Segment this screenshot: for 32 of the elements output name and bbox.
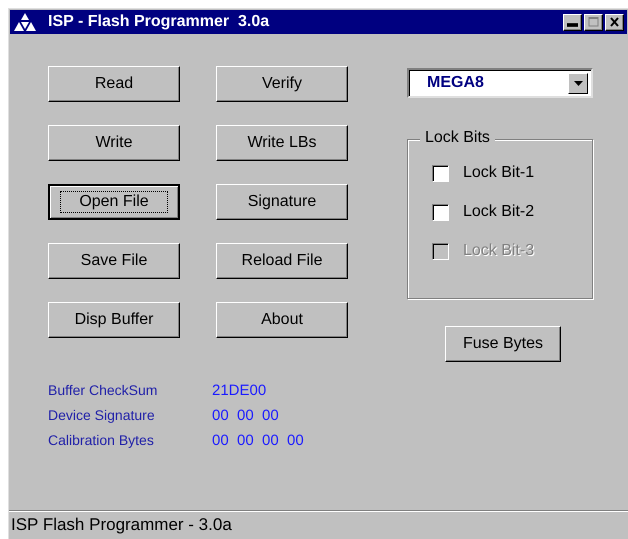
maximize-button[interactable] — [584, 14, 603, 30]
window-title: ISP - Flash Programmer 3.0a — [48, 13, 270, 31]
info-value: 00 00 00 — [212, 407, 280, 424]
maximize-icon — [588, 17, 599, 27]
checkbox[interactable] — [432, 164, 449, 182]
command-button[interactable]: Save File — [48, 243, 180, 279]
info-label: Buffer CheckSum — [48, 382, 158, 399]
status-bar: ISP Flash Programmer - 3.0a — [9, 510, 628, 539]
checkbox-label: Lock Bit-3 — [463, 242, 534, 260]
command-button[interactable]: Disp Buffer — [48, 302, 180, 338]
checkbox-label: Lock Bit-1 — [463, 164, 534, 182]
checkbox-label: Lock Bit-2 — [463, 203, 534, 221]
info-label: Calibration Bytes — [48, 432, 155, 449]
info-value: 21DE00 — [212, 382, 268, 399]
info-value: 00 00 00 00 — [212, 432, 305, 449]
device-dropdown[interactable]: MEGA8 — [407, 68, 593, 98]
command-button[interactable]: Signature — [216, 184, 348, 220]
minimize-icon — [567, 20, 578, 30]
command-button[interactable]: About — [216, 302, 348, 338]
command-button[interactable]: Reload File — [216, 243, 348, 279]
close-icon — [609, 17, 620, 27]
fuse-bytes-button[interactable]: Fuse Bytes — [445, 326, 561, 362]
command-button[interactable]: Open File — [48, 184, 180, 220]
triangles-icon — [14, 13, 36, 31]
command-button[interactable]: Verify — [216, 66, 348, 102]
command-button[interactable]: Read — [48, 66, 180, 102]
command-button[interactable]: Write LBs — [216, 125, 348, 161]
info-label: Device Signature — [48, 407, 156, 424]
checkbox[interactable] — [432, 204, 449, 220]
command-button[interactable]: Write — [48, 125, 180, 161]
close-button[interactable] — [605, 14, 624, 30]
minimize-button[interactable] — [563, 14, 582, 30]
